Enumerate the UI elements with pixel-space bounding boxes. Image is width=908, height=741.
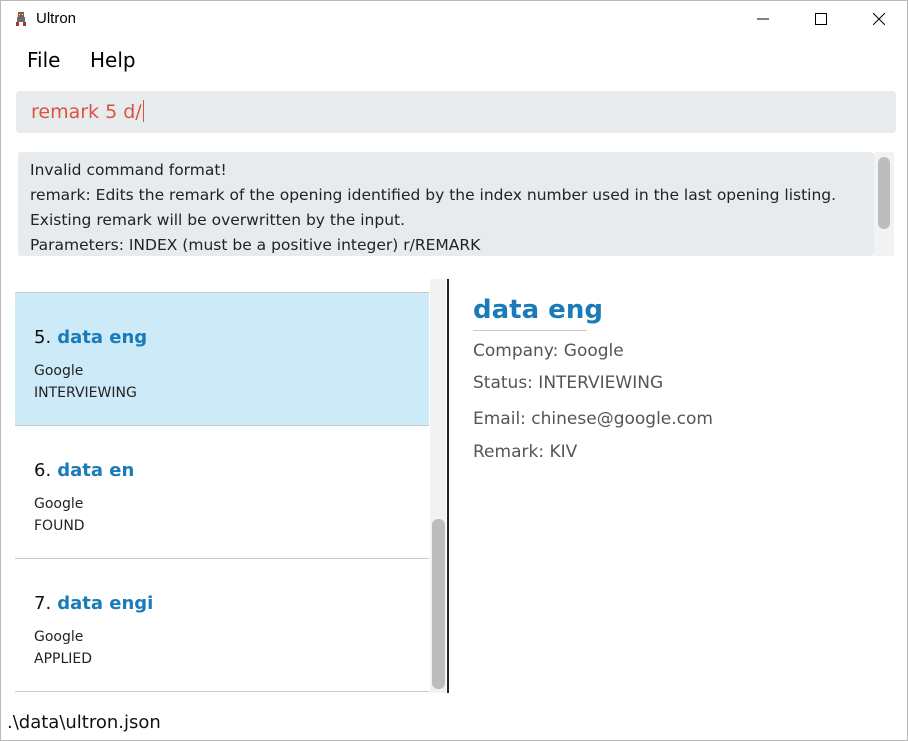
- result-display[interactable]: Invalid command format! remark: Edits th…: [18, 152, 874, 256]
- window-title: Ultron: [36, 10, 77, 27]
- menu-file[interactable]: File: [27, 48, 60, 72]
- detail-title: data eng: [473, 295, 603, 325]
- close-icon: [873, 13, 885, 25]
- app-window: Ultron File Help remark 5 d/ Invalid com…: [0, 0, 908, 741]
- card-company: Google: [34, 363, 84, 379]
- menu-help[interactable]: Help: [90, 48, 136, 72]
- maximize-button[interactable]: [792, 1, 850, 37]
- card-status: FOUND: [34, 518, 85, 534]
- menu-bar: File Help: [1, 41, 907, 81]
- app-icon: [16, 12, 26, 26]
- minimize-button[interactable]: [734, 1, 792, 37]
- title-bar[interactable]: Ultron: [1, 1, 907, 37]
- card-name: data engi: [57, 593, 154, 614]
- detail-remark: Remark: KIV: [473, 442, 578, 462]
- card-status: APPLIED: [34, 651, 93, 667]
- list-divider: [15, 292, 429, 293]
- detail-status: Status: INTERVIEWING: [473, 373, 664, 393]
- close-button[interactable]: [850, 1, 908, 37]
- maximize-icon: [815, 13, 827, 25]
- card-company: Google: [34, 496, 84, 512]
- panel-divider[interactable]: [447, 279, 449, 693]
- result-scrollbar-thumb[interactable]: [878, 157, 890, 229]
- text-caret: [142, 100, 144, 122]
- list-item[interactable]: 5. data eng Google INTERVIEWING: [15, 293, 429, 426]
- result-message: Invalid command format! remark: Edits th…: [30, 161, 837, 254]
- command-text: remark 5 d/: [31, 101, 142, 123]
- save-location: .\data\ultron.json: [7, 712, 161, 733]
- card-title: 5. data eng: [34, 327, 147, 348]
- card-index: 6.: [34, 460, 52, 481]
- card-index: 5.: [34, 327, 52, 348]
- detail-email: Email: chinese@google.com: [473, 409, 713, 429]
- detail-company: Company: Google: [473, 341, 624, 361]
- card-index: 7.: [34, 593, 52, 614]
- card-name: data en: [57, 460, 135, 481]
- list-item[interactable]: 7. data engi Google APPLIED: [15, 559, 429, 692]
- command-input[interactable]: remark 5 d/: [31, 100, 144, 123]
- card-company: Google: [34, 629, 84, 645]
- card-status: INTERVIEWING: [34, 385, 137, 401]
- status-bar: .\data\ultron.json: [1, 707, 907, 740]
- card-title: 7. data engi: [34, 593, 153, 614]
- card-name: data eng: [57, 327, 148, 348]
- list-scrollbar-thumb[interactable]: [432, 519, 445, 689]
- minimize-icon: [757, 18, 769, 20]
- opening-list[interactable]: 5. data eng Google INTERVIEWING 6. data en…: [15, 279, 429, 693]
- command-box[interactable]: remark 5 d/: [16, 91, 896, 133]
- card-title: 6. data en: [34, 460, 134, 481]
- list-item[interactable]: 6. data en Google FOUND: [15, 426, 429, 559]
- detail-title-underline: [473, 330, 587, 331]
